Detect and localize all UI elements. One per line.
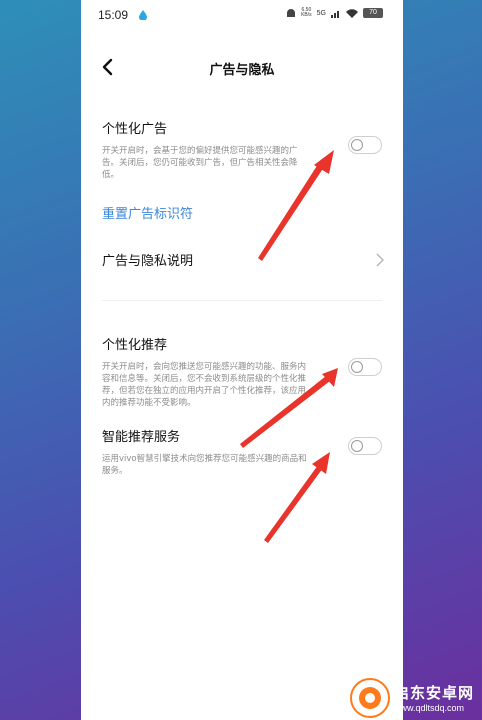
watermark: 启东安卓网 www.qdltsdq.com <box>346 678 482 720</box>
setting-personalized-recommend: 个性化推荐 开关开启时，会向您推送您可能感兴趣的功能、服务内容和信息等。关闭后，… <box>102 334 382 409</box>
chevron-right-icon <box>376 253 384 267</box>
watermark-logo <box>350 678 390 718</box>
watermark-logo-icon <box>359 687 381 709</box>
net-speed-unit: KB/s <box>301 12 312 18</box>
setting-description: 运用vivo智慧引擎技术向您推荐您可能感兴趣的商品和服务。 <box>102 454 307 476</box>
section-divider <box>102 300 382 301</box>
battery-indicator: 70 <box>363 8 383 18</box>
setting-smart-recommend: 智能推荐服务 运用vivo智慧引擎技术向您推荐您可能感兴趣的商品和服务。 <box>102 426 382 477</box>
signal-icon <box>331 10 339 18</box>
setting-description: 开关开启时，会基于您的偏好提供您可能感兴趣的广告。关闭后，您仍可能收到广告，但广… <box>102 146 298 180</box>
watermark-url: www.qdltsdq.com <box>394 703 465 713</box>
watermark-brand: 启东安卓网 <box>394 684 475 702</box>
water-drop-icon <box>139 10 147 20</box>
net-speed: 6.50 KB/s <box>301 8 312 18</box>
toggle-knob <box>351 139 363 151</box>
setting-title: 智能推荐服务 <box>102 430 181 445</box>
network-type: 5G <box>316 9 326 17</box>
reset-ad-id-link[interactable]: 重置广告标识符 <box>102 203 193 222</box>
privacy-info-row[interactable]: 广告与隐私说明 <box>102 250 384 272</box>
page-title: 广告与隐私 <box>209 63 275 78</box>
wifi-icon <box>346 8 358 18</box>
setting-description: 开关开启时，会向您推送您可能感兴趣的功能、服务内容和信息等。关闭后，您不会收到系… <box>102 362 307 408</box>
status-icons: 6.50 KB/s 5G 70 <box>286 8 383 18</box>
phone-screen: 15:09 6.50 KB/s 5G 70 广告与隐私 个性化广告 开关开启时，… <box>81 0 403 720</box>
toggle-knob <box>351 361 363 373</box>
setting-title: 个性化广告 <box>102 122 168 137</box>
status-time: 15:09 <box>98 8 129 22</box>
personalized-recommend-toggle[interactable] <box>348 358 382 376</box>
personalized-ads-toggle[interactable] <box>348 136 382 154</box>
android-icon <box>287 9 296 17</box>
setting-title: 个性化推荐 <box>102 338 168 353</box>
page-header: 广告与隐私 <box>81 50 403 86</box>
toggle-knob <box>351 440 363 452</box>
status-bar: 15:09 6.50 KB/s 5G 70 <box>81 0 403 30</box>
smart-recommend-toggle[interactable] <box>348 437 382 455</box>
setting-personalized-ads: 个性化广告 开关开启时，会基于您的偏好提供您可能感兴趣的广告。关闭后，您仍可能收… <box>102 118 382 181</box>
privacy-info-label: 广告与隐私说明 <box>102 254 194 269</box>
